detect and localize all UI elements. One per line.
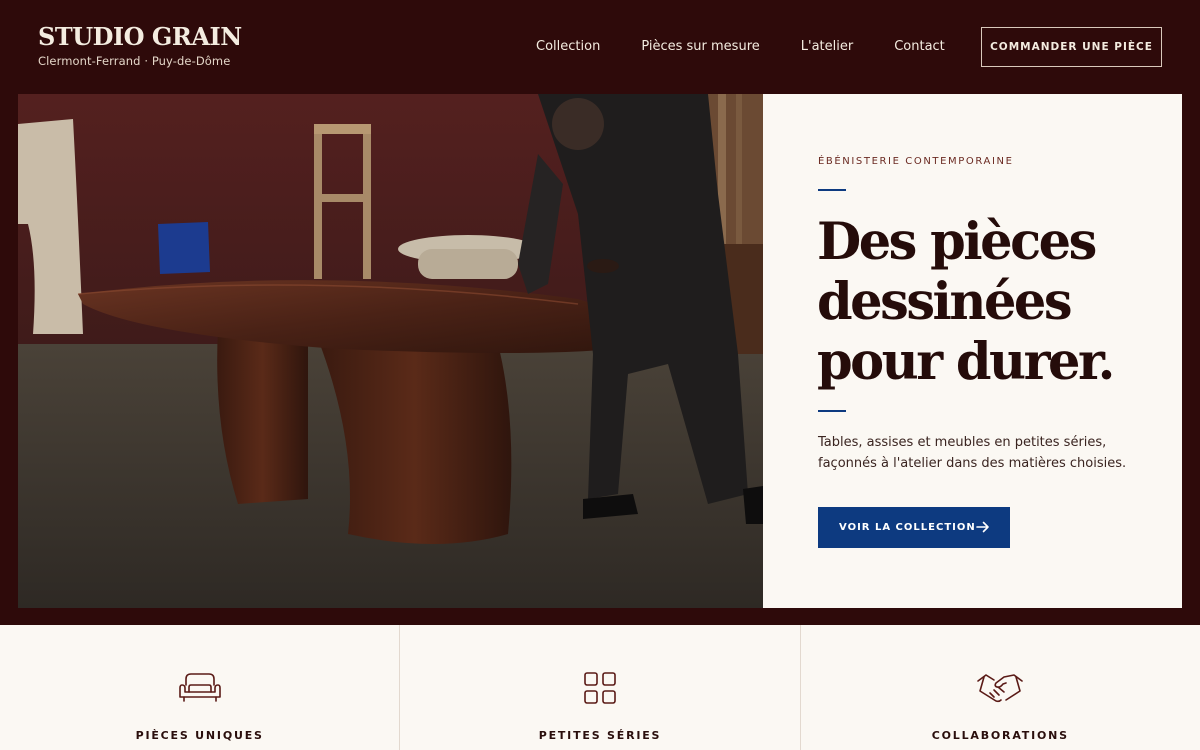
brand-name: STUDIO GRAIN: [38, 22, 242, 51]
grid-icon: [584, 672, 616, 704]
nav-link-collection[interactable]: Collection: [536, 38, 600, 56]
feature-unique-pieces[interactable]: PIÈCES UNIQUES: [0, 625, 401, 750]
feature-collaborations[interactable]: COLLABORATIONS: [801, 625, 1200, 750]
view-collection-label: VOIR LA COLLECTION: [839, 522, 976, 533]
main-nav: Collection Pièces sur mesure L'atelier C…: [536, 38, 986, 56]
hero-headline: Des pièces dessinées pour durer.: [817, 212, 1115, 392]
view-collection-button[interactable]: VOIR LA COLLECTION: [818, 507, 1010, 548]
hero-lede: Tables, assises et meubles en petites sé…: [818, 435, 1127, 471]
brand[interactable]: STUDIO GRAIN Clermont-Ferrand · Puy-de-D…: [38, 22, 242, 69]
brand-location: Clermont-Ferrand · Puy-de-Dôme: [38, 54, 231, 68]
hero-eyebrow: ÉBÉNISTERIE CONTEMPORAINE: [818, 156, 1014, 167]
features-strip: PIÈCES UNIQUES PETITES SÉRIES COLLABORAT…: [0, 625, 1200, 750]
nav-link-atelier[interactable]: L'atelier: [801, 38, 853, 56]
feature-label: PETITES SÉRIES: [538, 729, 662, 742]
workshop-illustration: [18, 94, 763, 608]
site-header: STUDIO GRAIN Clermont-Ferrand · Puy-de-D…: [0, 0, 1200, 93]
feature-label: COLLABORATIONS: [931, 729, 1069, 742]
handshake-icon: [977, 674, 1024, 703]
hero-divider-bottom: [818, 410, 846, 412]
hero-panel: ÉBÉNISTERIE CONTEMPORAINE Des pièces des…: [763, 94, 1182, 608]
nav-link-custom-pieces[interactable]: Pièces sur mesure: [641, 38, 759, 56]
feature-label: PIÈCES UNIQUES: [135, 729, 264, 742]
arrow-right-icon: [976, 521, 989, 533]
order-piece-button[interactable]: COMMANDER UNE PIÈCE: [981, 27, 1162, 67]
nav-link-contact[interactable]: Contact: [894, 38, 945, 56]
armchair-icon: [178, 673, 221, 702]
hero-divider-top: [818, 189, 846, 191]
feature-small-series[interactable]: PETITES SÉRIES: [400, 625, 801, 750]
hero-image: [18, 94, 763, 608]
